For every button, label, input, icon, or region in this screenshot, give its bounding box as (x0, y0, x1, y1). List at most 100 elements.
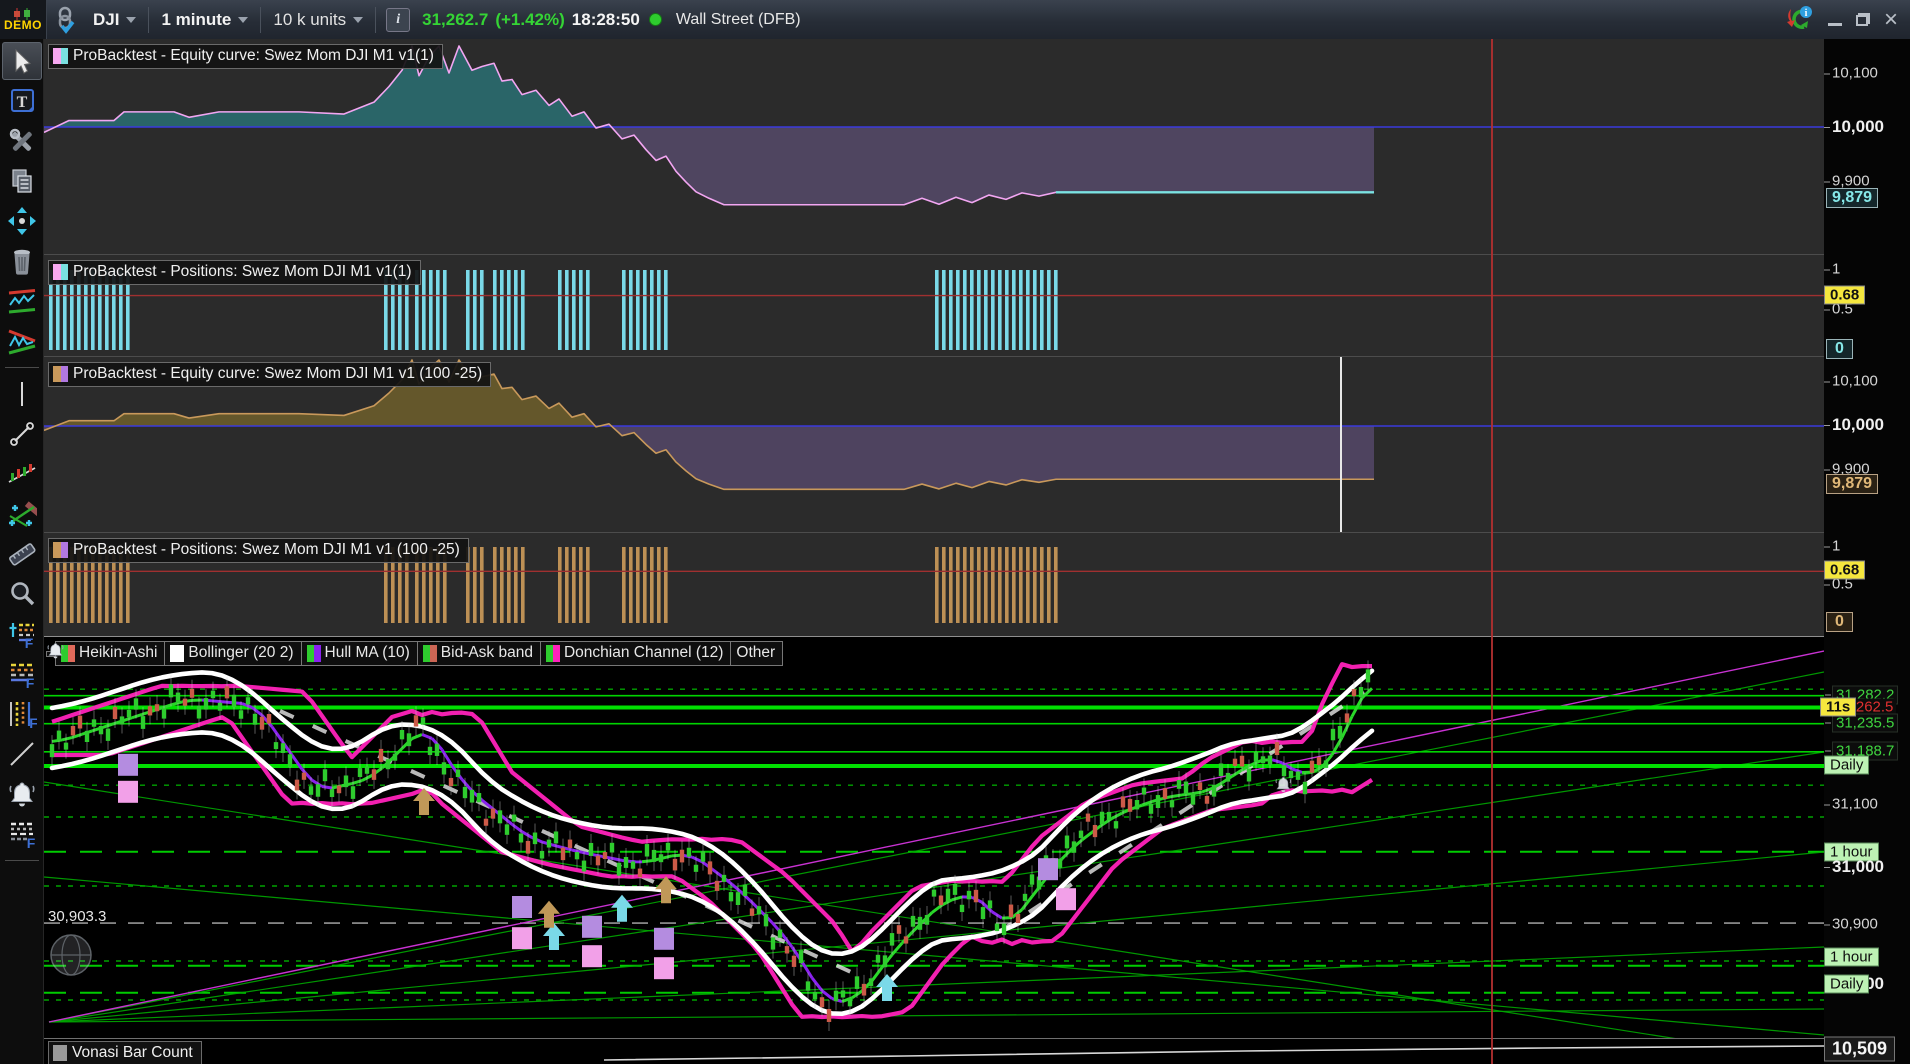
units-dropdown[interactable]: 10 k units (263, 0, 373, 39)
timeframe-level-label: Daily (1824, 974, 1870, 994)
countdown-label: 11s (1820, 697, 1857, 716)
wedge-down-tool-button[interactable] (2, 322, 42, 360)
ruler-tool-button[interactable] (2, 535, 42, 573)
vertical-line-tool-button[interactable] (2, 375, 42, 413)
indicator-add-tool-button[interactable]: F (2, 615, 42, 653)
drawing-toolbar: T F F F F (0, 39, 44, 1064)
legend-item-bollinger-20-2-[interactable]: Bollinger (20 2) (164, 641, 302, 666)
divider (260, 6, 262, 33)
tools-tool-button[interactable] (2, 122, 42, 160)
trend-candles-tool-button[interactable] (2, 455, 42, 493)
chart-area: ProBacktest - Equity curve: Swez Mom DJI… (44, 39, 1910, 1064)
panel-equity-curve-2[interactable]: ProBacktest - Equity curve: Swez Mom DJI… (44, 356, 1910, 533)
toolbar-divider (4, 367, 39, 368)
chevron-down-icon (238, 16, 249, 23)
restore-button[interactable] (1855, 13, 1870, 26)
indicator-bars-icon: F (9, 702, 37, 729)
text-tool-tool-button[interactable]: T (2, 82, 42, 120)
cursor-tool-button[interactable] (1, 42, 42, 80)
pitchfork-tool-button[interactable] (2, 495, 42, 533)
cursor-icon (15, 48, 31, 74)
clock: 18:28:50 (571, 9, 640, 29)
panel-positions-2[interactable]: ProBacktest - Positions: Swez Mom DJI M1… (44, 532, 1910, 637)
link-charts-button[interactable] (47, 0, 83, 39)
equity-last-value-label: 9,879 (1826, 188, 1879, 209)
indicator-color-chip (306, 644, 321, 662)
legend-item-donchian-channel-12-[interactable]: Donchian Channel (12) (539, 641, 732, 666)
indicator-dashes-tool-button[interactable]: F (2, 815, 42, 853)
trading-platform-window: DEMO DJI 1 minute 10 k units i 31,262.7 … (0, 0, 1910, 1064)
bell-icon (47, 643, 64, 659)
chevron-down-icon (353, 16, 364, 23)
chart-alerts-button[interactable] (46, 643, 64, 659)
svg-text:i: i (1805, 8, 1808, 19)
position-size-label: 0.68 (1824, 560, 1866, 580)
copy-tool-button[interactable] (2, 162, 42, 200)
axis-label: 10,000 (1824, 415, 1884, 434)
indicator-color-chip (422, 644, 437, 662)
panel-vonasi-bar-count[interactable]: Vonasi Bar Count (44, 1038, 1910, 1064)
pitchfork-icon (8, 501, 37, 527)
window-controls: i × (1784, 5, 1910, 35)
zoom-icon (10, 582, 34, 606)
legend-item-hull-ma-10-[interactable]: Hull MA (10) (300, 641, 418, 666)
indicator-color-chip (545, 644, 560, 662)
alarm-bell-tool-button[interactable] (2, 775, 42, 813)
axis-label: 1 (1823, 260, 1841, 278)
panel-price-chart[interactable]: Heikin-Ashi Bollinger (20 2) Hull MA (10) B… (44, 636, 1910, 1039)
indicator-bars-tool-button[interactable]: F (2, 695, 42, 733)
timeframe-label: 1 minute (161, 9, 232, 29)
panel-title-equity-1[interactable]: ProBacktest - Equity curve: Swez Mom DJI… (48, 44, 443, 69)
minimize-button[interactable] (1827, 13, 1842, 26)
strategy-chip-icon (53, 366, 68, 382)
legend-item-bid-ask-band[interactable]: Bid-Ask band (416, 641, 541, 666)
refresh-data-icon[interactable]: i (1784, 5, 1814, 35)
toolbar-divider (4, 860, 39, 861)
trend-candles-icon (8, 464, 35, 483)
price-axis[interactable]: 10,100 10,000 9,900 9,879 1 0.5 0.68 0 10,100 10,… (1820, 39, 1910, 1064)
vertical-line-icon (20, 382, 23, 406)
panel-positions-1[interactable]: ProBacktest - Positions: Swez Mom DJI M1… (44, 254, 1910, 357)
zoom-tool-button[interactable] (2, 575, 42, 613)
panel-equity-curve-1[interactable]: ProBacktest - Equity curve: Swez Mom DJI… (44, 39, 1910, 254)
indicator-lines-tool-button[interactable]: F (2, 655, 42, 693)
axis-label: 0 (1826, 339, 1853, 359)
move-icon (7, 207, 36, 235)
axis-label: 31,000 (1824, 857, 1884, 876)
price-level-label: 30,903.3 (48, 908, 107, 925)
close-button[interactable]: × (1884, 8, 1898, 32)
divider (148, 6, 150, 33)
indicator-color-chip (170, 644, 185, 662)
axis-label: 31,100 (1824, 795, 1878, 813)
link-icon (58, 6, 75, 34)
strategy-chip-icon (53, 264, 68, 280)
session-separator-line (1491, 39, 1493, 1064)
legend-item-heikin-ashi[interactable]: Heikin-Ashi (55, 641, 166, 666)
info-icon: i (386, 7, 411, 32)
axis-label: 10,100 (1824, 64, 1878, 82)
panel-title-positions-2[interactable]: ProBacktest - Positions: Swez Mom DJI M1… (48, 538, 469, 563)
instrument-info-button[interactable]: i (378, 0, 418, 39)
timeframe-dropdown[interactable]: 1 minute (151, 0, 258, 39)
channel-up-icon (8, 289, 35, 314)
panel-title-equity-2[interactable]: ProBacktest - Equity curve: Swez Mom DJI… (48, 362, 492, 387)
channel-up-tool-button[interactable] (2, 282, 42, 320)
segment-icon (9, 422, 34, 446)
copy-icon (11, 169, 32, 193)
legend-item-other[interactable]: Other (730, 641, 784, 666)
alarm-bell-icon (8, 782, 35, 807)
diagonal-line-tool-button[interactable] (2, 735, 42, 773)
wedge-down-icon (7, 329, 36, 355)
svg-text:F: F (26, 835, 35, 849)
panel-title-vonasi[interactable]: Vonasi Bar Count (48, 1041, 202, 1064)
segment-tool-button[interactable] (2, 415, 42, 453)
title-bar: DEMO DJI 1 minute 10 k units i 31,262.7 … (0, 0, 1910, 40)
market-open-indicator (648, 13, 662, 26)
strategy-chip-icon (53, 542, 68, 558)
indicator-dashes-icon: F (10, 822, 35, 849)
instrument-dropdown[interactable]: DJI (83, 0, 146, 39)
cursor-vertical-line (1340, 357, 1342, 532)
panel-title-positions-1[interactable]: ProBacktest - Positions: Swez Mom DJI M1… (48, 260, 421, 285)
trash-tool-button[interactable] (2, 242, 42, 280)
move-tool-button[interactable] (2, 202, 42, 240)
